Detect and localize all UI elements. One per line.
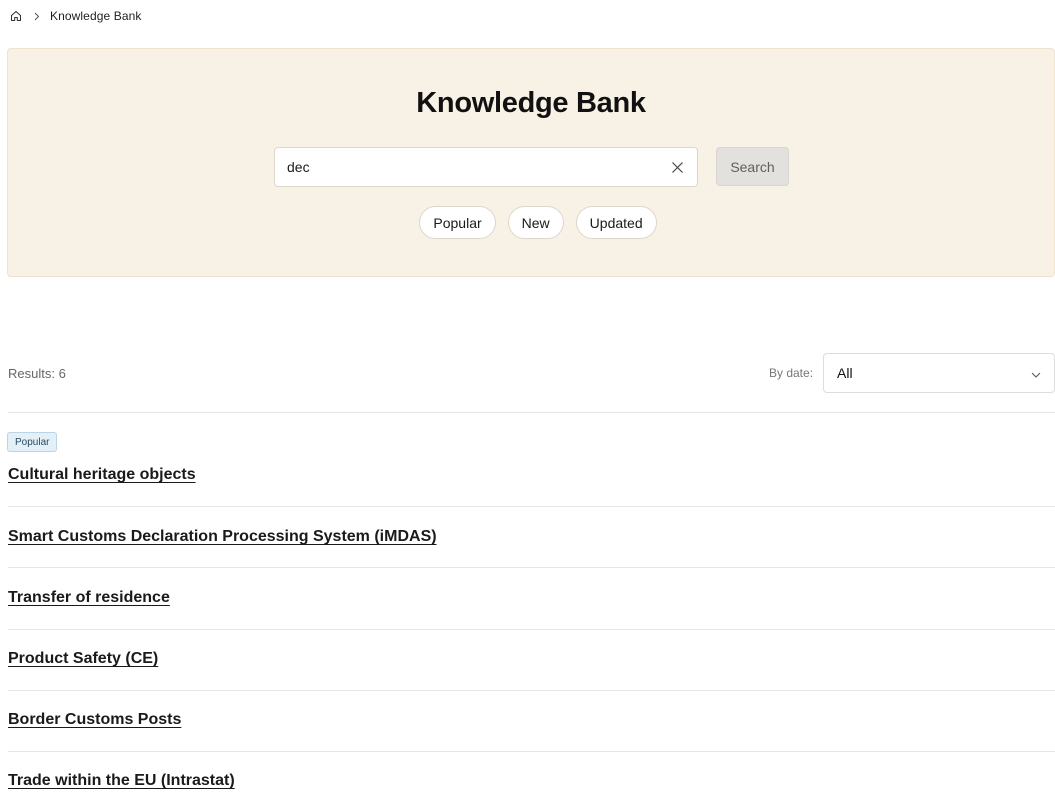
- search-field: [274, 147, 698, 187]
- breadcrumb-current: Knowledge Bank: [50, 9, 142, 23]
- divider: [8, 751, 1055, 752]
- filter-chip-popular[interactable]: Popular: [419, 206, 496, 239]
- close-icon[interactable]: [669, 159, 685, 175]
- date-filter-select[interactable]: All: [823, 353, 1055, 393]
- date-filter-label: By date:: [769, 366, 814, 380]
- search-hero: Knowledge Bank Search Popular New Update…: [7, 48, 1055, 277]
- filter-chip-new[interactable]: New: [507, 206, 564, 239]
- home-icon[interactable]: [9, 10, 22, 23]
- divider: [8, 412, 1055, 413]
- page-title: Knowledge Bank: [416, 87, 646, 119]
- divider: [8, 690, 1055, 691]
- result-link[interactable]: Smart Customs Declaration Processing Sys…: [8, 528, 437, 546]
- result-link[interactable]: Cultural heritage objects: [8, 466, 196, 484]
- divider: [8, 567, 1055, 568]
- breadcrumb: Knowledge Bank: [9, 8, 141, 24]
- results-count: Results: 6: [8, 366, 66, 381]
- search-input[interactable]: [287, 159, 669, 175]
- result-link[interactable]: Transfer of residence: [8, 589, 170, 607]
- result-link[interactable]: Border Customs Posts: [8, 711, 181, 729]
- date-filter-value: All: [837, 365, 853, 381]
- chevron-down-icon: [1031, 365, 1041, 381]
- divider: [8, 506, 1055, 507]
- quick-filters: Popular New Updated: [8, 206, 1054, 239]
- search-button[interactable]: Search: [716, 147, 789, 186]
- divider: [8, 629, 1055, 630]
- chevron-right-icon: [33, 12, 40, 21]
- filter-chip-updated[interactable]: Updated: [575, 206, 657, 239]
- result-link[interactable]: Product Safety (CE): [8, 650, 158, 668]
- result-link[interactable]: Trade within the EU (Intrastat): [8, 772, 235, 790]
- popular-badge: Popular: [7, 432, 58, 452]
